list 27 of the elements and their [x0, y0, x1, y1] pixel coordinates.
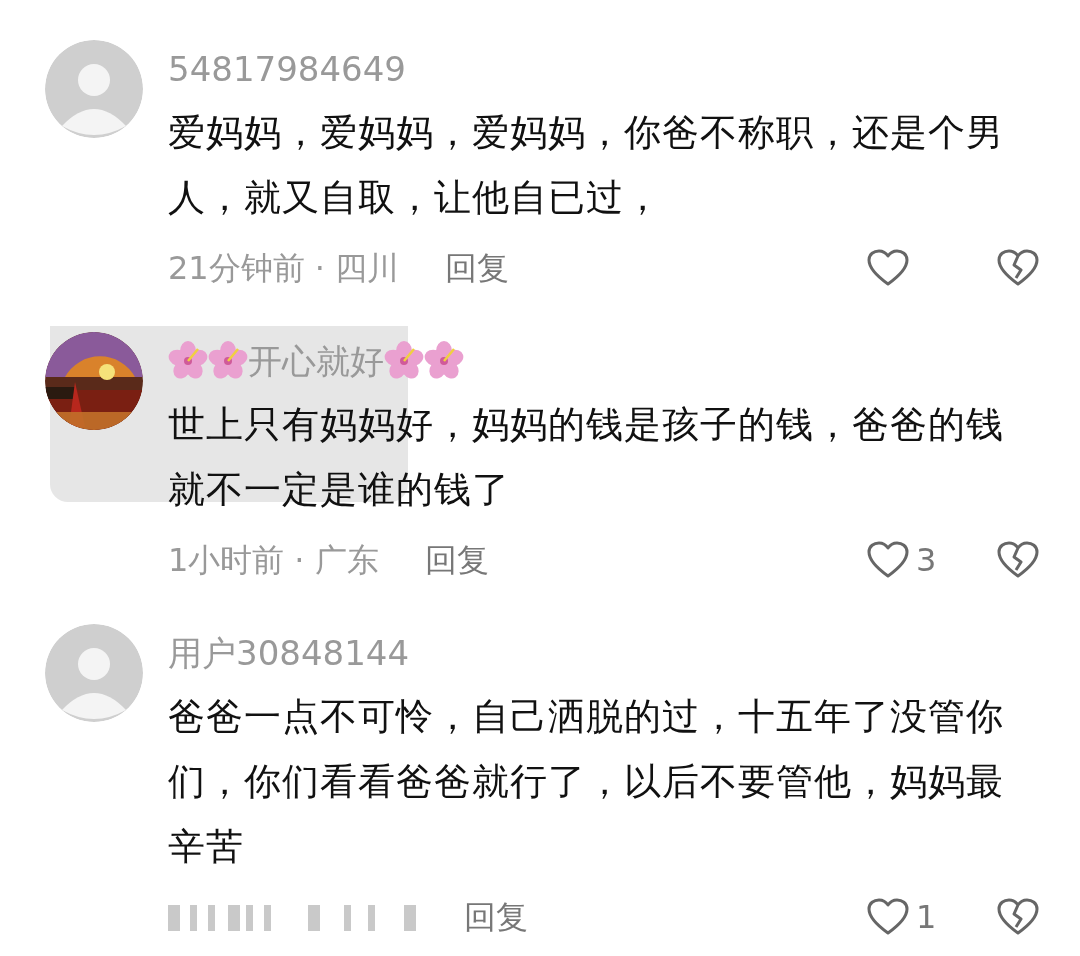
comment-region: 四川: [334, 248, 399, 289]
comment-text: 爱妈妈，爱妈妈，爱妈妈，你爸不称职，还是个男人，就又自取，让他自已过，: [168, 110, 1005, 221]
separator-dot: ·: [314, 248, 325, 289]
flower-icon: [208, 341, 248, 381]
comment-text: 世上只有妈妈好，妈妈的钱是孩子的钱，爸爸的钱就不一定是谁的钱了: [168, 402, 1005, 513]
flower-icon: [424, 341, 464, 381]
user-name[interactable]: 开心就好: [248, 335, 384, 387]
flower-icon: [384, 341, 424, 381]
separator-dot: ·: [294, 540, 305, 581]
like-icon[interactable]: [866, 540, 910, 580]
dislike-icon[interactable]: [996, 897, 1040, 937]
dislike-icon[interactable]: [996, 248, 1040, 288]
comment-text: 爸爸一点不可怜，自己洒脱的过，十五年了没管你们，你们看看爸爸就行了，以后不要管他，妈妈最辛苦: [168, 694, 1005, 870]
comment-time: 21分钟前: [168, 248, 305, 289]
reply-button[interactable]: 回复: [464, 893, 528, 941]
reply-button[interactable]: 回复: [444, 244, 509, 292]
flower-icon: [168, 341, 208, 381]
reply-button[interactable]: 回复: [424, 536, 489, 584]
comment-time: 1小时前: [168, 540, 285, 581]
comment-region: 广东: [314, 540, 379, 581]
like-icon[interactable]: [866, 248, 910, 288]
dislike-icon[interactable]: [996, 540, 1040, 580]
user-name[interactable]: 用户30848144: [168, 627, 410, 679]
like-icon[interactable]: [866, 897, 910, 937]
like-count: 3: [916, 540, 938, 581]
user-name[interactable]: 54817984649: [168, 43, 406, 95]
like-count: 1: [916, 897, 938, 938]
